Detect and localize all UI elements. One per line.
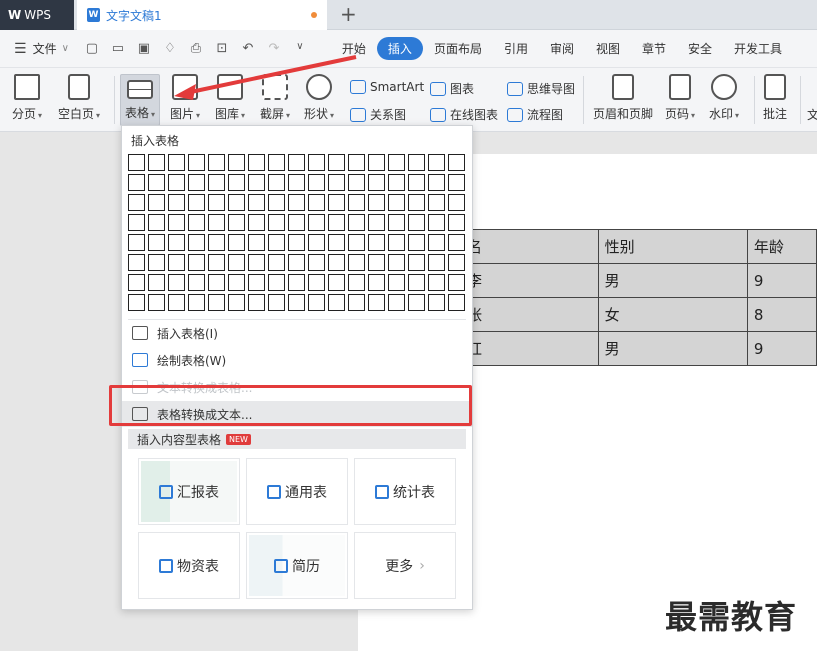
chart-icon [375, 484, 389, 499]
arrow-shaft [185, 55, 357, 95]
chevron-right-icon: › [419, 557, 425, 574]
materials-table-label: 物资表 [177, 558, 219, 575]
grid-icon [267, 484, 281, 499]
general-table-label: 通用表 [285, 484, 327, 501]
annotation-arrow [174, 55, 357, 100]
report-icon [159, 484, 173, 499]
resume-label: 简历 [292, 558, 320, 575]
watermark-logo: 最需教育 [665, 598, 798, 636]
statistics-table-label: 统计表 [393, 484, 435, 501]
resume-icon [274, 558, 288, 573]
arrow-head-icon [174, 84, 196, 100]
more-label: 更多 [385, 558, 414, 575]
report-table-label: 汇报表 [177, 484, 219, 501]
box-icon [159, 558, 173, 573]
